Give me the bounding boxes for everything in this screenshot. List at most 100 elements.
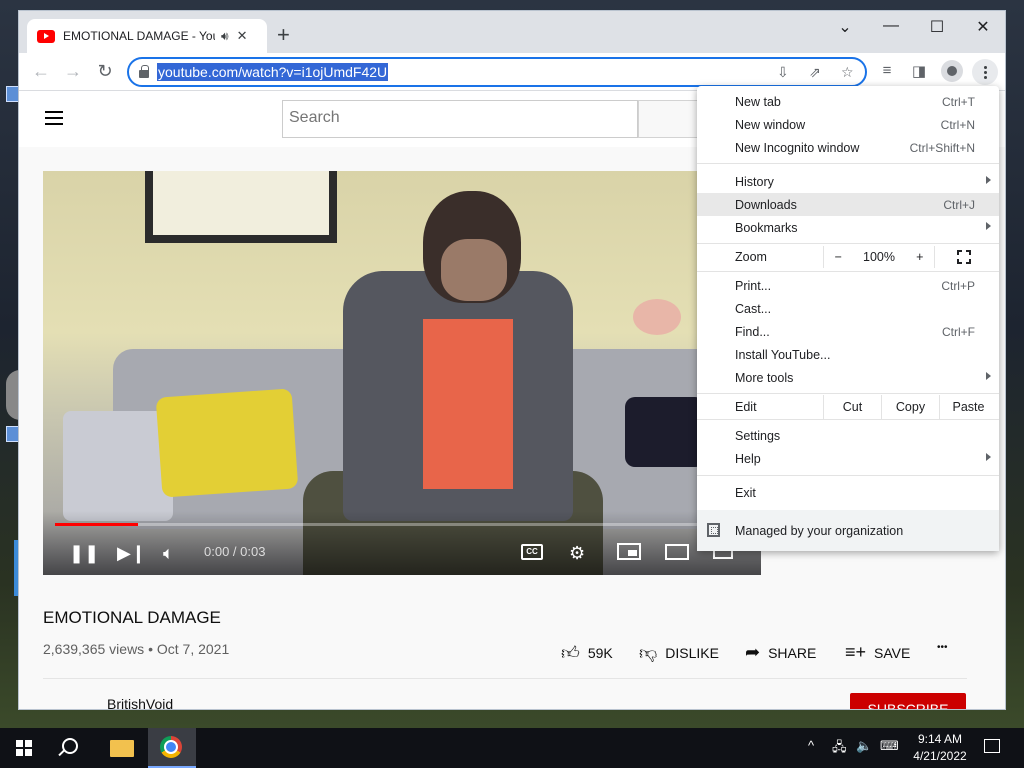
menu-item-label: Cast... <box>735 301 772 316</box>
menu-item-label: New tab <box>735 94 781 109</box>
side-panel-icon[interactable]: ◨ <box>908 62 930 80</box>
guide-menu-icon[interactable] <box>45 111 63 125</box>
captions-icon[interactable]: CC <box>521 544 543 560</box>
volume-icon[interactable]: 🔈 <box>856 738 872 754</box>
share-arrow-icon: ➦ <box>745 642 761 662</box>
menu-item-downloads[interactable]: Downloads Ctrl+J <box>697 193 999 216</box>
plush-toy <box>633 299 681 335</box>
share-button[interactable]: ➦ SHARE <box>745 642 816 663</box>
zoom-row: Zoom − 100% + <box>697 246 999 268</box>
upload-date: Oct 7, 2021 <box>156 641 230 657</box>
menu-item-find[interactable]: Find... Ctrl+F <box>697 320 999 343</box>
reload-button[interactable]: ↻ <box>93 61 117 82</box>
share-icon[interactable]: ⇗ <box>809 64 821 81</box>
like-count: 59K <box>587 645 613 661</box>
player-controls: ❚❚ ▶❙ 🔈︎ 0:00 / 0:03 CC ⚙ <box>43 511 761 575</box>
browser-tab[interactable]: EMOTIONAL DAMAGE - YouTube 🔊︎ ✕ <box>27 19 267 53</box>
chrome-taskbar-button[interactable] <box>148 728 196 768</box>
menu-item-label: Find... <box>735 324 770 339</box>
menu-item-settings[interactable]: Settings <box>697 424 999 447</box>
menu-item-new-incognito-window[interactable]: New Incognito window Ctrl+Shift+N <box>697 136 999 159</box>
save-button[interactable]: ≡+ SAVE <box>845 642 910 663</box>
forward-button[interactable]: → <box>61 61 85 82</box>
menu-shortcut: Ctrl+P <box>941 278 975 293</box>
lock-icon[interactable] <box>139 65 149 78</box>
taskbar: ^ 🖧︎ 🔈 ⌨ 9:14 AM 4/21/2022 <box>0 728 1024 768</box>
menu-item-label: New Incognito window <box>735 140 860 155</box>
notification-icon[interactable] <box>984 739 1000 753</box>
zoom-in-button[interactable]: + <box>916 250 923 264</box>
install-app-icon[interactable]: ⇩ <box>777 64 789 81</box>
miniplayer-icon[interactable] <box>617 543 641 560</box>
thumbs-up-icon: 👍︎ <box>561 643 580 663</box>
copy-button[interactable]: Copy <box>881 395 939 419</box>
maximize-button[interactable]: ☐ <box>922 17 952 37</box>
zoom-out-button[interactable]: − <box>835 250 842 264</box>
next-icon[interactable]: ▶❙ <box>117 543 146 564</box>
share-label: SHARE <box>768 644 817 661</box>
menu-item-print[interactable]: Print... Ctrl+P <box>697 274 999 297</box>
like-button[interactable]: 👍︎ 59K <box>561 642 613 664</box>
menu-separator <box>697 475 999 476</box>
profile-avatar-icon[interactable] <box>941 60 963 82</box>
address-bar[interactable]: youtube.com/watch?v=i1ojUmdF42U ⇩ ⇗ ☆ <box>127 57 867 87</box>
new-tab-button[interactable]: + <box>277 23 290 47</box>
menu-shortcut: Ctrl+F <box>942 324 975 339</box>
theater-mode-icon[interactable] <box>665 544 689 560</box>
video-player[interactable]: ❚❚ ▶❙ 🔈︎ 0:00 / 0:03 CC ⚙ <box>43 171 761 575</box>
submenu-arrow-icon <box>986 222 991 230</box>
managed-by-organization[interactable]: Managed by your organization <box>697 510 999 551</box>
progress-bar[interactable] <box>55 523 749 526</box>
dislike-button[interactable]: 👎︎ DISLIKE <box>639 642 719 664</box>
search-input[interactable]: Search <box>282 100 638 138</box>
fullscreen-icon[interactable] <box>957 250 971 264</box>
minimize-button[interactable]: — <box>876 17 906 35</box>
close-tab-icon[interactable]: ✕ <box>237 28 248 44</box>
network-icon[interactable]: 🖧︎ <box>832 738 847 760</box>
menu-item-label: Settings <box>735 428 781 443</box>
divider <box>43 678 967 679</box>
bookmark-star-icon[interactable]: ☆ <box>841 64 854 81</box>
menu-item-more-tools[interactable]: More tools <box>697 366 999 389</box>
url-text[interactable]: youtube.com/watch?v=i1ojUmdF42U <box>157 63 389 81</box>
system-clock[interactable]: 9:14 AM 4/21/2022 <box>908 731 972 765</box>
media-controls-icon[interactable]: ≡ <box>876 62 898 79</box>
paste-button[interactable]: Paste <box>939 395 997 419</box>
submenu-arrow-icon <box>986 453 991 461</box>
bag <box>625 397 705 467</box>
tray-chevron-icon[interactable]: ^ <box>808 738 814 753</box>
keyboard-icon[interactable]: ⌨ <box>880 738 899 754</box>
menu-item-new-tab[interactable]: New tab Ctrl+T <box>697 90 999 113</box>
managed-label: Managed by your organization <box>735 523 904 538</box>
menu-item-exit[interactable]: Exit <box>697 481 999 504</box>
menu-item-history[interactable]: History <box>697 170 999 193</box>
clock-time: 9:14 AM <box>917 732 963 746</box>
chrome-menu-button[interactable] <box>972 59 998 85</box>
search-button[interactable] <box>638 100 702 138</box>
menu-item-install-youtube[interactable]: Install YouTube... <box>697 343 999 366</box>
menu-item-cast[interactable]: Cast... <box>697 297 999 320</box>
zoom-label: Zoom <box>735 250 767 264</box>
settings-gear-icon[interactable]: ⚙ <box>569 543 585 564</box>
more-actions-button[interactable]: ••• <box>937 642 948 653</box>
file-explorer-icon[interactable] <box>110 740 134 757</box>
video-title: EMOTIONAL DAMAGE <box>43 608 221 627</box>
menu-item-help[interactable]: Help <box>697 447 999 470</box>
speaker-icon[interactable]: 🔊︎ <box>221 29 229 44</box>
back-button[interactable]: ← <box>29 61 53 82</box>
menu-item-new-window[interactable]: New window Ctrl+N <box>697 113 999 136</box>
pause-icon[interactable]: ❚❚ <box>69 543 99 564</box>
menu-item-label: Install YouTube... <box>735 347 831 362</box>
menu-separator <box>697 393 999 394</box>
volume-icon[interactable]: 🔈︎ <box>163 543 174 564</box>
windows-start-icon[interactable] <box>16 740 32 756</box>
menu-item-bookmarks[interactable]: Bookmarks <box>697 216 999 239</box>
channel-name[interactable]: BritishVoid <box>107 696 173 709</box>
close-window-button[interactable]: ✕ <box>968 17 998 37</box>
view-count: 2,639,365 views <box>43 641 145 657</box>
cut-button[interactable]: Cut <box>823 395 881 419</box>
tab-search-button[interactable]: ⌄ <box>830 17 860 37</box>
menu-item-label: New window <box>735 117 806 132</box>
search-icon[interactable] <box>62 738 78 754</box>
subscribe-button[interactable]: SUBSCRIBE <box>850 693 966 709</box>
